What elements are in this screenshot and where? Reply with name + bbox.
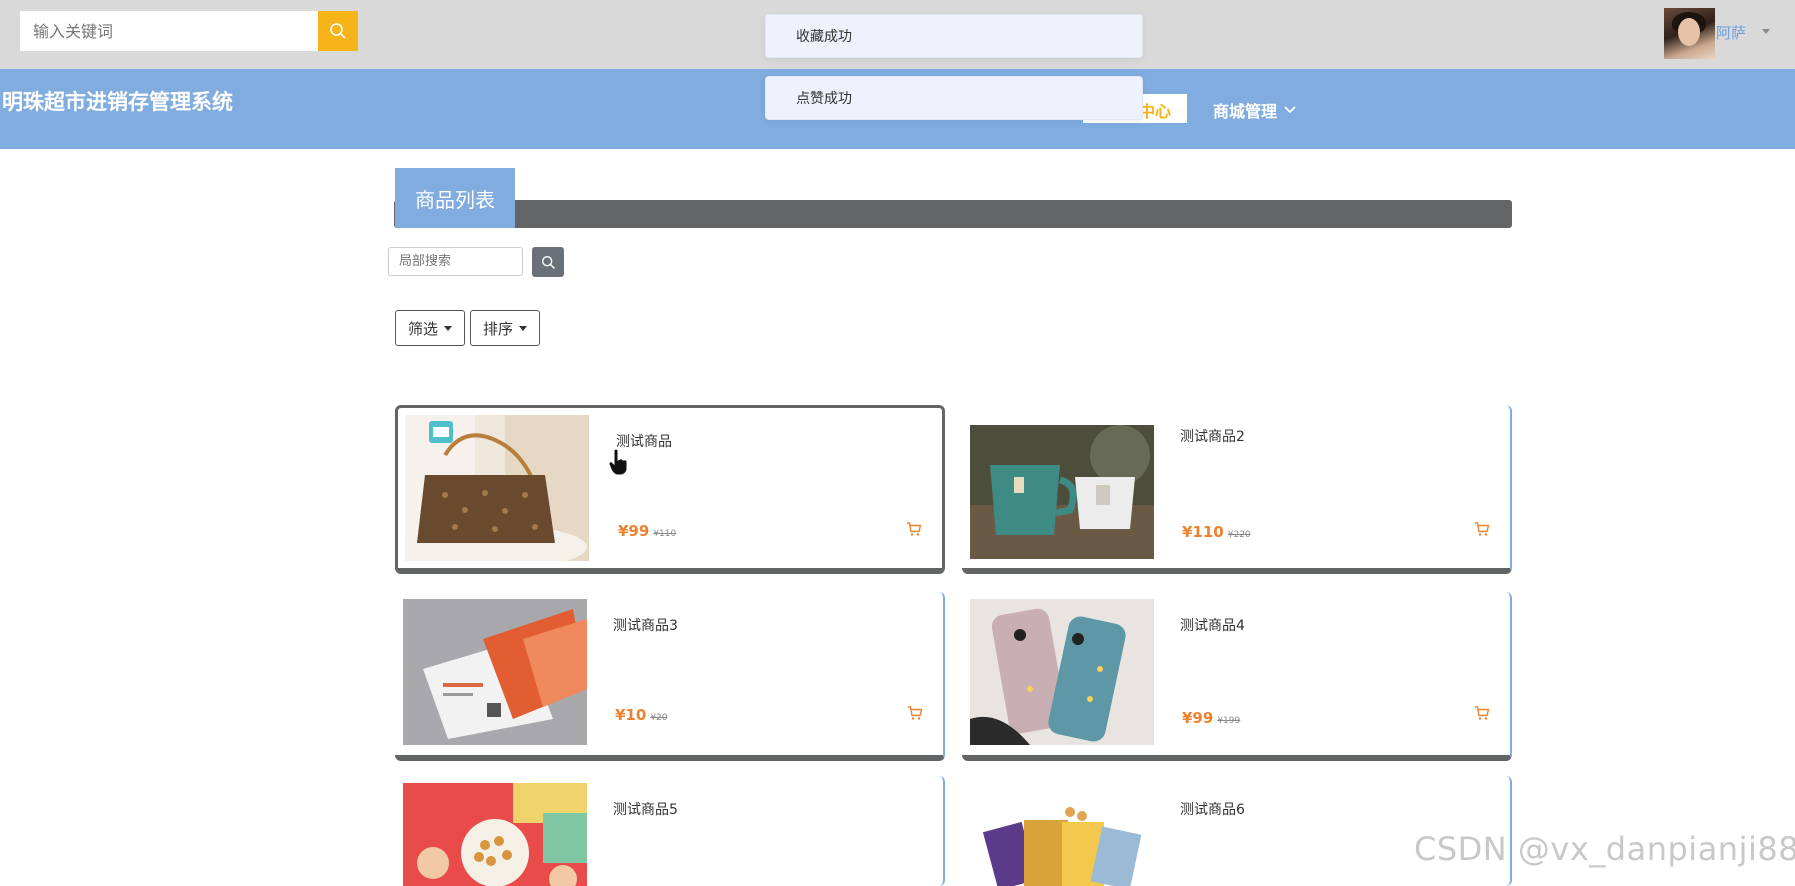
product-image-handbag[interactable] bbox=[405, 415, 589, 561]
cart-icon bbox=[907, 522, 922, 536]
add-to-cart-button[interactable] bbox=[1474, 521, 1490, 541]
original-price: ¥110 bbox=[653, 529, 677, 539]
sort-label: 排序 bbox=[482, 319, 513, 338]
nav-item-mall-management[interactable]: 商城管理 bbox=[1213, 98, 1297, 122]
filter-label: 筛选 bbox=[407, 319, 438, 338]
toast-like-success: 点赞成功 bbox=[765, 76, 1143, 120]
product-image-phone-cases[interactable] bbox=[970, 599, 1154, 745]
cart-icon bbox=[1475, 706, 1490, 720]
toast-text: 点赞成功 bbox=[796, 91, 852, 107]
product-price: ¥10 ¥20 bbox=[615, 706, 668, 724]
local-search-button[interactable] bbox=[532, 247, 564, 277]
section-tab-label: 商品列表 bbox=[415, 187, 495, 212]
product-image-snacks[interactable] bbox=[403, 783, 587, 886]
user-menu-caret-icon[interactable] bbox=[1762, 29, 1770, 34]
add-to-cart-button[interactable] bbox=[907, 705, 923, 725]
caret-down-icon bbox=[444, 325, 452, 331]
sort-dropdown-button[interactable]: 排序 bbox=[470, 310, 540, 346]
product-price: ¥99 ¥199 bbox=[1182, 709, 1240, 727]
current-price: ¥99 bbox=[1182, 709, 1214, 727]
search-icon bbox=[330, 23, 346, 39]
local-search-input[interactable] bbox=[388, 247, 523, 276]
site-title: 明珠超市进销存管理系统 bbox=[2, 90, 233, 114]
product-card[interactable]: 测试商品5 bbox=[395, 776, 945, 886]
section-tab-product-list: 商品列表 bbox=[395, 168, 515, 228]
product-card[interactable]: 测试商品3 ¥10 ¥20 bbox=[395, 592, 945, 761]
toast-text: 收藏成功 bbox=[796, 29, 852, 45]
add-to-cart-button[interactable] bbox=[906, 521, 922, 541]
search-icon bbox=[541, 255, 555, 269]
product-name[interactable]: 测试商品2 bbox=[1180, 426, 1245, 446]
nav-item-mall-label: 商城管理 bbox=[1213, 102, 1278, 121]
username-label[interactable]: 阿萨 bbox=[1716, 22, 1746, 43]
product-image-chips[interactable] bbox=[970, 806, 1154, 886]
product-price: ¥110 ¥220 bbox=[1182, 523, 1251, 541]
cart-icon bbox=[908, 706, 923, 720]
current-price: ¥10 bbox=[615, 706, 647, 724]
caret-down-icon bbox=[519, 325, 527, 331]
section-header-bar bbox=[394, 200, 1512, 228]
product-name[interactable]: 测试商品5 bbox=[613, 799, 678, 819]
product-price: ¥99 ¥110 bbox=[618, 522, 676, 540]
product-image-mugs[interactable] bbox=[970, 425, 1154, 559]
current-price: ¥99 bbox=[618, 522, 650, 540]
product-card[interactable]: 测试商品2 ¥110 ¥220 bbox=[962, 405, 1512, 574]
original-price: ¥199 bbox=[1217, 716, 1241, 726]
nav-item-center-label: 中心 bbox=[1138, 102, 1171, 121]
keyword-search-input[interactable] bbox=[20, 11, 318, 51]
original-price: ¥220 bbox=[1227, 530, 1251, 540]
product-name[interactable]: 测试商品6 bbox=[1180, 799, 1245, 819]
product-name[interactable]: 测试商品4 bbox=[1180, 615, 1245, 635]
filter-dropdown-button[interactable]: 筛选 bbox=[395, 310, 465, 346]
add-to-cart-button[interactable] bbox=[1474, 705, 1490, 725]
hand-cursor-icon bbox=[608, 448, 630, 480]
current-price: ¥110 bbox=[1182, 523, 1224, 541]
watermark-text: CSDN @vx_danpianji889 bbox=[1414, 830, 1795, 868]
product-card[interactable]: 测试商品 ¥99 ¥110 bbox=[395, 405, 945, 574]
product-name[interactable]: 测试商品3 bbox=[613, 615, 678, 635]
original-price: ¥20 bbox=[650, 713, 668, 723]
toast-favorite-success: 收藏成功 bbox=[765, 14, 1143, 58]
global-search bbox=[20, 11, 358, 51]
keyword-search-button[interactable] bbox=[318, 11, 358, 51]
cart-icon bbox=[1475, 522, 1490, 536]
user-avatar[interactable] bbox=[1664, 8, 1715, 59]
product-card[interactable]: 测试商品4 ¥99 ¥199 bbox=[962, 592, 1512, 761]
avatar-face bbox=[1678, 18, 1700, 46]
chevron-down-icon bbox=[1284, 106, 1296, 114]
product-image-business-cards[interactable] bbox=[403, 599, 587, 745]
